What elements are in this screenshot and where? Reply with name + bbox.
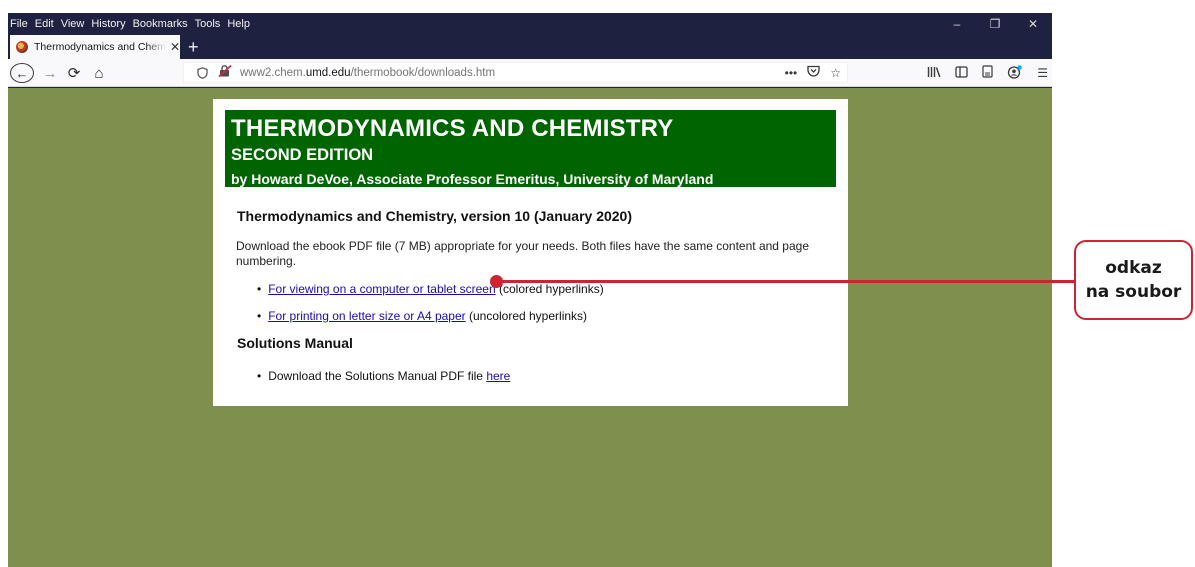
callout-line-1: odkaz xyxy=(1105,258,1162,278)
edition-label: SECOND EDITION xyxy=(231,146,374,164)
book-title: THERMODYNAMICS AND CHEMISTRY xyxy=(231,115,674,142)
toolbar-right: ☰ xyxy=(927,63,1048,83)
home-button[interactable]: ⌂ xyxy=(90,63,108,83)
minimize-button[interactable]: – xyxy=(938,13,976,35)
tab-active[interactable]: Thermodynamics and Chemistry ✕ xyxy=(10,35,180,59)
pocket-icon[interactable] xyxy=(807,65,820,80)
menu-file[interactable]: File xyxy=(10,18,28,30)
umd-globe-icon xyxy=(16,41,28,53)
menu-bar: File Edit View History Bookmarks Tools H… xyxy=(8,13,1052,35)
hamburger-menu-icon[interactable]: ☰ xyxy=(1037,66,1048,80)
url-text[interactable]: www2.chem.umd.edu/thermobook/downloads.h… xyxy=(240,67,495,79)
tab-strip: Thermodynamics and Chemistry ✕ + xyxy=(8,35,1052,59)
callout-line-2: na soubor xyxy=(1085,282,1182,302)
menu-history[interactable]: History xyxy=(91,18,125,30)
bullet: • xyxy=(257,282,262,296)
download-list-item: • For printing on letter size or A4 pape… xyxy=(257,309,587,323)
bookmark-star-icon[interactable]: ☆ xyxy=(830,66,841,80)
account-icon[interactable] xyxy=(1007,64,1023,82)
page-actions-icon[interactable]: ••• xyxy=(785,66,798,80)
back-button[interactable]: ← xyxy=(10,63,34,83)
navigation-toolbar: ← → ⟳ ⌂ www2.chem.umd.edu/thermobook/dow… xyxy=(8,59,1052,87)
close-window-button[interactable]: ✕ xyxy=(1014,13,1052,35)
solutions-pdf-link[interactable]: here xyxy=(486,369,510,383)
download-description: Download the ebook PDF file (7 MB) appro… xyxy=(236,239,809,268)
restore-button[interactable]: ❐ xyxy=(976,13,1014,35)
content-card: THERMODYNAMICS AND CHEMISTRY SECOND EDIT… xyxy=(213,99,848,406)
annotation-callout: odkaz na soubor xyxy=(1074,240,1193,320)
solutions-list-item: • Download the Solutions Manual PDF file… xyxy=(257,369,510,383)
print-pdf-link[interactable]: For printing on letter size or A4 paper xyxy=(268,309,465,323)
reader-view-icon[interactable] xyxy=(982,65,993,81)
link-note: (uncolored hyperlinks) xyxy=(465,309,588,323)
forward-button[interactable]: → xyxy=(41,63,59,83)
window-controls: – ❐ ✕ xyxy=(938,13,1052,35)
url-bar[interactable]: www2.chem.umd.edu/thermobook/downloads.h… xyxy=(183,62,848,83)
menu-tools[interactable]: Tools xyxy=(195,18,221,30)
tab-title: Thermodynamics and Chemistry xyxy=(34,41,166,53)
url-actions: ••• ☆ xyxy=(785,63,841,82)
download-list-item: • For viewing on a computer or tablet sc… xyxy=(257,282,604,296)
title-banner: THERMODYNAMICS AND CHEMISTRY SECOND EDIT… xyxy=(225,110,836,187)
close-tab-icon[interactable]: ✕ xyxy=(170,40,180,54)
screen-pdf-link[interactable]: For viewing on a computer or tablet scre… xyxy=(268,282,495,296)
new-tab-button[interactable]: + xyxy=(188,36,199,58)
reload-button[interactable]: ⟳ xyxy=(65,63,83,83)
menu-edit[interactable]: Edit xyxy=(35,18,54,30)
bullet: • xyxy=(257,369,262,383)
insecure-lock-icon[interactable] xyxy=(218,64,232,80)
annotation-pointer-line xyxy=(496,280,1074,283)
annotation-pointer-dot xyxy=(490,275,503,288)
browser-window: File Edit View History Bookmarks Tools H… xyxy=(8,13,1052,567)
menu-bookmarks[interactable]: Bookmarks xyxy=(133,18,188,30)
solutions-text: Download the Solutions Manual PDF file xyxy=(268,369,487,383)
menu-help[interactable]: Help xyxy=(227,18,250,30)
shield-icon[interactable] xyxy=(196,66,208,79)
menu-view[interactable]: View xyxy=(61,18,85,30)
page-viewport: THERMODYNAMICS AND CHEMISTRY SECOND EDIT… xyxy=(8,88,1052,567)
author-line: by Howard DeVoe, Associate Professor Eme… xyxy=(231,171,714,187)
bullet: • xyxy=(257,309,262,323)
sidebar-icon[interactable] xyxy=(955,65,968,81)
link-note: (colored hyperlinks) xyxy=(495,282,604,296)
version-heading: Thermodynamics and Chemistry, version 10… xyxy=(237,208,633,224)
library-icon[interactable] xyxy=(927,66,941,81)
solutions-heading: Solutions Manual xyxy=(237,335,353,351)
